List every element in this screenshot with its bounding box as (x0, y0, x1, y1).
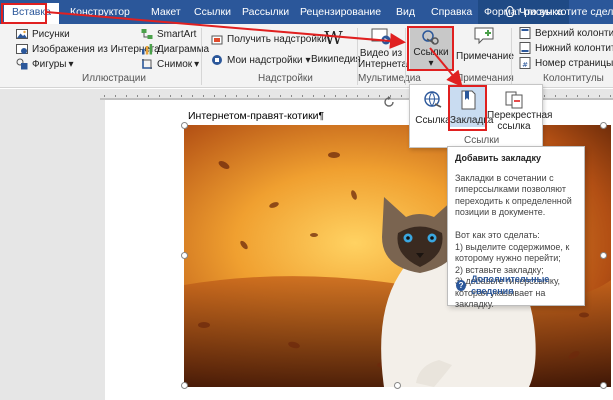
arrow-to-links (45, 11, 406, 49)
annotation-arrows (45, 11, 463, 88)
arrow-to-bookmark (429, 47, 463, 88)
